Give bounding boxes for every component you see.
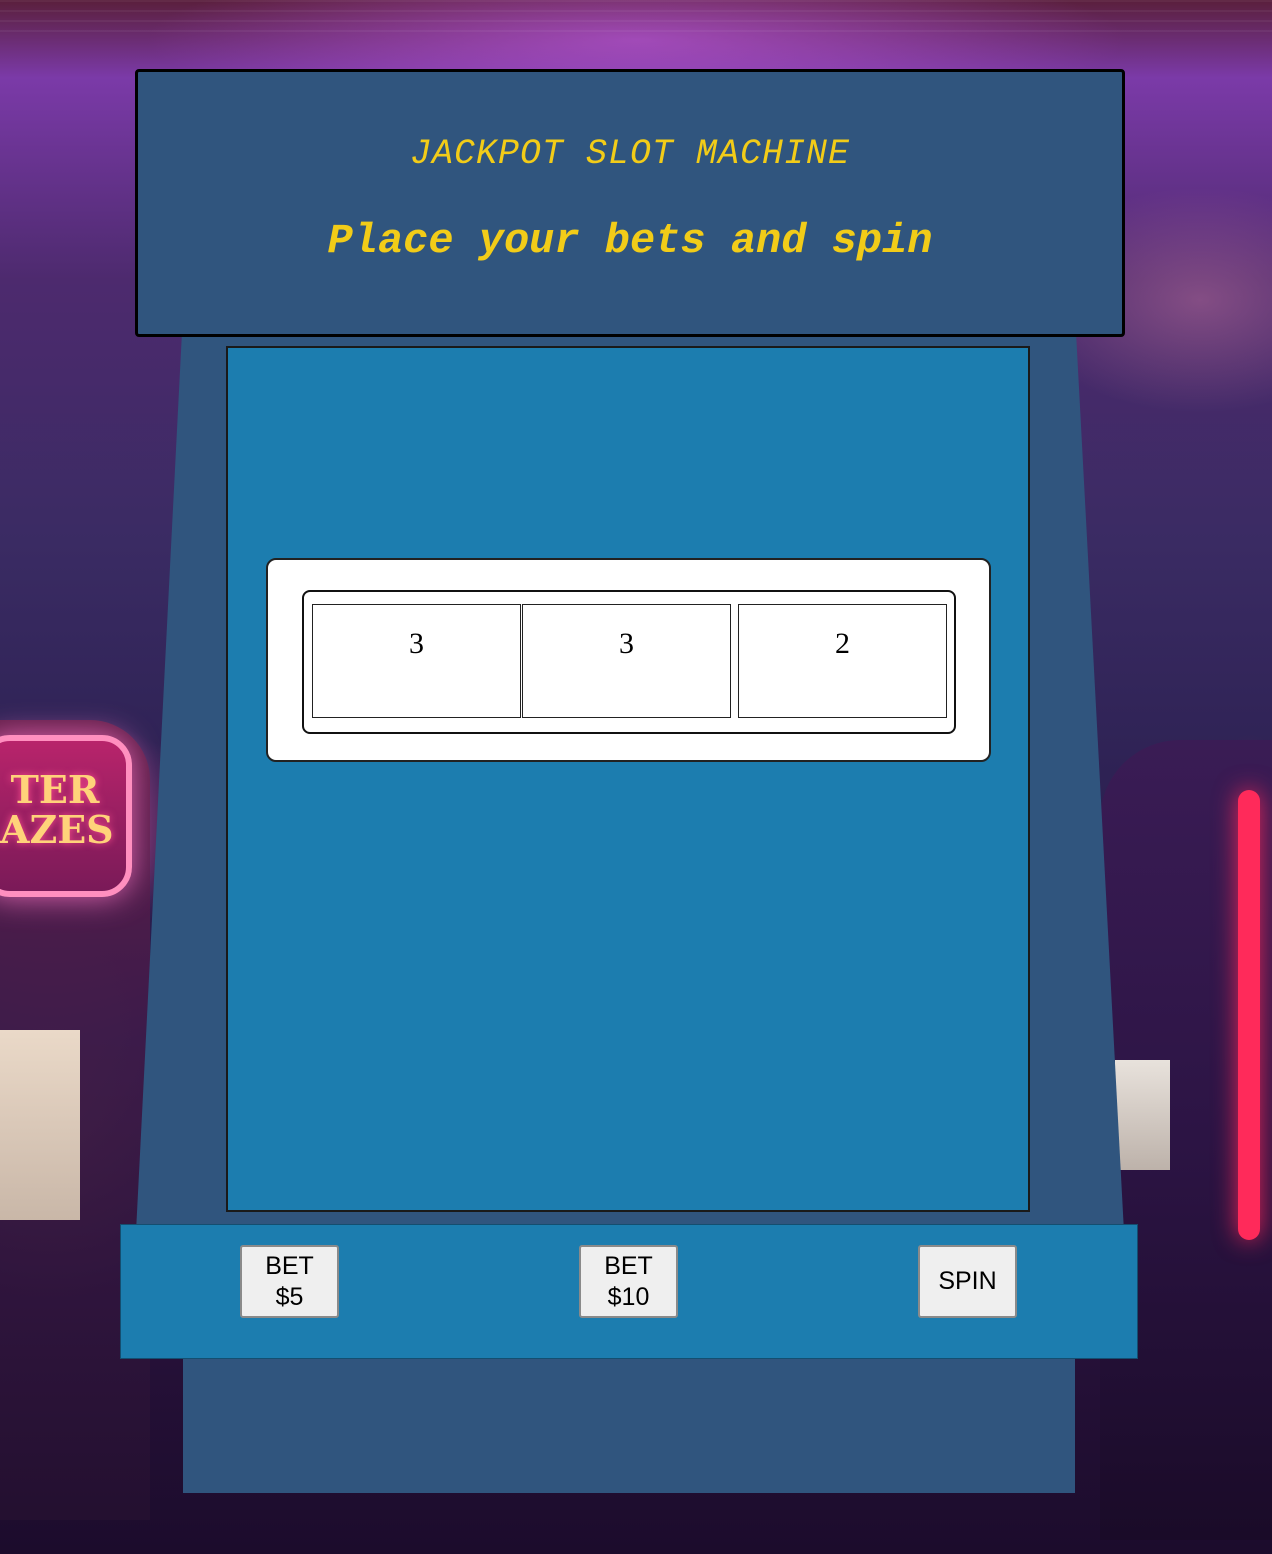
bet-5-button-label-line2: $5 — [275, 1282, 304, 1311]
machine-screen — [226, 346, 1030, 1212]
bet-10-button-label-line1: BET — [604, 1251, 653, 1280]
machine-base — [183, 1359, 1075, 1493]
casino-ceiling-background — [0, 0, 1272, 40]
reel-2: 3 — [522, 604, 731, 718]
bet-5-button-label-line1: BET — [265, 1251, 314, 1280]
machine-subtitle: Place your bets and spin — [327, 217, 933, 265]
background-paytable-right — [1115, 1060, 1170, 1170]
machine-header: JACKPOT SLOT MACHINE Place your bets and… — [135, 69, 1125, 337]
background-neon-tube — [1238, 790, 1260, 1240]
bet-10-button[interactable]: BET $10 — [579, 1245, 678, 1318]
bet-5-button[interactable]: BET $5 — [240, 1245, 339, 1318]
bet-10-button-label-line2: $10 — [607, 1282, 650, 1311]
background-neon-sign-lettering: TER AZES — [0, 767, 114, 852]
machine-title: JACKPOT SLOT MACHINE — [409, 134, 851, 174]
spin-button[interactable]: SPIN — [918, 1245, 1017, 1318]
spin-button-label: SPIN — [938, 1267, 997, 1295]
background-paytable-left — [0, 1030, 80, 1220]
reel-1: 3 — [312, 604, 521, 718]
reel-3: 2 — [738, 604, 947, 718]
